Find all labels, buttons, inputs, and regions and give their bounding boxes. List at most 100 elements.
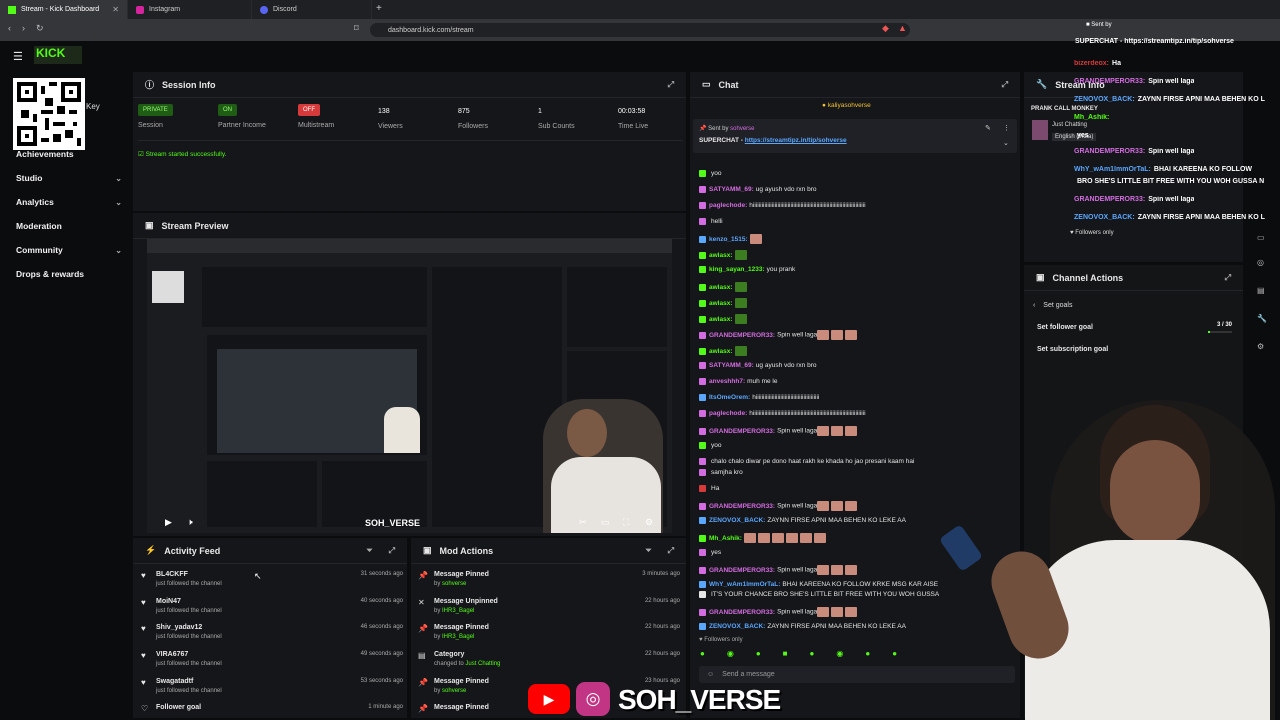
gear-icon[interactable]: ⚙: [645, 517, 653, 528]
sidebar-item-achievements[interactable]: Achievements: [16, 146, 122, 162]
list-item[interactable]: ✕ Message Unpinned by IHR3_Bagel 22 hour…: [418, 598, 680, 625]
sidebar-item-drops-rewards[interactable]: Drops & rewards: [16, 266, 122, 282]
chat-message[interactable]: GRANDEMPEROR33: Spin well laga: [699, 426, 1009, 436]
chat-username[interactable]: GRANDEMPEROR33:: [709, 609, 775, 616]
chat-username[interactable]: SATYAMM_69:: [709, 186, 754, 193]
emote-icon[interactable]: ●: [810, 649, 815, 661]
chat-username[interactable]: GRANDEMPEROR33:: [709, 567, 775, 574]
chat-username[interactable]: GRANDEMPEROR33:: [709, 332, 775, 339]
chat-message[interactable]: awlasx:: [699, 314, 1009, 324]
target-rail-icon[interactable]: ◎: [1257, 258, 1264, 267]
chat-username[interactable]: paglechode:: [709, 202, 747, 209]
play-icon[interactable]: ▶: [165, 517, 172, 528]
chat-username[interactable]: awlasx:: [709, 316, 733, 323]
back-button[interactable]: ‹ Set goals: [1033, 302, 1072, 309]
chat-username[interactable]: SATYAMM_69:: [709, 362, 754, 369]
chat-message[interactable]: paglechode: hiiiiiiiiiiiiiiiiiiiiiiiiiiii…: [699, 202, 1009, 210]
reload-icon[interactable]: ↻: [36, 23, 44, 34]
menu-icon[interactable]: ☰: [13, 50, 23, 63]
expand-icon[interactable]: ⤢: [389, 546, 395, 556]
chat-message[interactable]: ZENOVOX_BACK: ZAYNN FIRSE APNI MAA BEHEN …: [699, 623, 1009, 631]
chat-username[interactable]: awlasx:: [709, 300, 733, 307]
tab-kick-dashboard[interactable]: Stream - Kick Dashboard ✕: [0, 0, 128, 19]
chat-message[interactable]: IT'S YOUR CHANCE BRO SHE'S LITTLE BIT FR…: [699, 591, 1009, 599]
chevron-down-icon[interactable]: ⌄: [1003, 139, 1009, 147]
more-icon[interactable]: ⋮: [1003, 124, 1010, 132]
list-item[interactable]: ♥ VIRA6767 just followed the channel 49 …: [141, 651, 403, 678]
chat-message[interactable]: WhY_wAm1lmmOrTaL: BHAI KAREENA KO FOLLOW …: [699, 581, 1009, 589]
chat-message[interactable]: kenzo_1515:: [699, 234, 1009, 244]
chat-username[interactable]: awlasx:: [709, 284, 733, 291]
chat-message[interactable]: samjha kro: [699, 469, 1009, 477]
bookmark-icon[interactable]: ⌑: [354, 23, 359, 34]
list-item[interactable]: 📌 Message Pinned by sohverse 3 minutes a…: [418, 571, 680, 598]
set-follower-goal-button[interactable]: Set follower goal 3 / 30: [1037, 322, 1232, 333]
list-item[interactable]: ▤ Category changed to Just Chatting 22 h…: [418, 651, 680, 678]
pinned-message[interactable]: 📌 Sent by sohverse SUPERCHAT - https://s…: [693, 119, 1017, 153]
clip-icon[interactable]: ✂: [579, 517, 587, 528]
chat-message[interactable]: yoo: [699, 170, 1009, 178]
new-tab-icon[interactable]: +: [376, 3, 382, 14]
fullscreen-icon[interactable]: ⛶: [623, 517, 629, 528]
chat-username[interactable]: ZENOVOX_BACK:: [709, 517, 765, 524]
emote-icon[interactable]: ●: [865, 649, 870, 661]
expand-icon[interactable]: ⤢: [1225, 273, 1231, 283]
close-icon[interactable]: ✕: [112, 5, 119, 14]
chat-message[interactable]: SATYAMM_69: ug ayush vdo rxn bro: [699, 186, 1009, 194]
list-item[interactable]: ♥ Shiv_yadav12 just followed the channel…: [141, 624, 403, 651]
forward-icon[interactable]: ›: [22, 23, 25, 33]
volume-icon[interactable]: 🕨: [187, 517, 193, 528]
chat-input[interactable]: ☺ Send a message: [699, 666, 1015, 683]
wrench-rail-icon[interactable]: 🔧: [1257, 314, 1267, 323]
emote-icon[interactable]: ●: [892, 649, 897, 661]
emoji-icon[interactable]: ☺: [707, 671, 714, 678]
sidebar-item-moderation[interactable]: Moderation: [16, 218, 122, 234]
chat-message[interactable]: GRANDEMPEROR33: Spin well laga: [699, 501, 1009, 511]
chat-message[interactable]: paglechode: hiiiiiiiiiiiiiiiiiiiiiiiiiiii…: [699, 410, 1009, 418]
chat-message[interactable]: anveshhh7: muh me le: [699, 378, 1009, 386]
chat-message[interactable]: Ha: [699, 485, 1009, 493]
sidebar-item-analytics[interactable]: Analytics ⌄: [16, 194, 122, 210]
pip-icon[interactable]: ▭: [601, 517, 610, 528]
kick-logo[interactable]: KICK: [34, 46, 82, 64]
emote-icon[interactable]: ◉: [727, 649, 734, 661]
chat-message[interactable]: ZENOVOX_BACK: ZAYNN FIRSE APNI MAA BEHEN …: [699, 517, 1009, 525]
chat-username[interactable]: awlasx:: [709, 252, 733, 259]
chat-username[interactable]: ItsOmeOrem:: [709, 394, 750, 401]
list-item[interactable]: ♥ BL4CKFF just followed the channel 31 s…: [141, 571, 403, 598]
emote-icon[interactable]: ■: [783, 649, 788, 661]
chat-message[interactable]: ItsOmeOrem: hiiiiiiiiiiiiiiiiiiiiiiiiiiii…: [699, 394, 1009, 402]
list-rail-icon[interactable]: ▤: [1257, 286, 1265, 295]
chat-username[interactable]: paglechode:: [709, 410, 747, 417]
alert-icon[interactable]: ▲: [898, 23, 907, 33]
chat-message[interactable]: awlasx:: [699, 346, 1009, 356]
filter-icon[interactable]: ⏷: [366, 546, 372, 556]
preview-video[interactable]: SOH_VERSE ▶ 🕨 ✂ ▭ ⛶ ⚙: [147, 239, 672, 533]
chat-message[interactable]: king_sayan_1233: you prank: [699, 266, 1009, 274]
chat-message[interactable]: helli: [699, 218, 1009, 226]
chat-username[interactable]: Mh_Ashik:: [709, 535, 742, 542]
tab-discord[interactable]: Discord: [252, 0, 372, 19]
back-icon[interactable]: ‹: [8, 23, 11, 33]
emote-icon[interactable]: ◉: [836, 649, 843, 661]
set-subscription-goal-button[interactable]: Set subscription goal: [1037, 346, 1108, 353]
chat-message[interactable]: GRANDEMPEROR33: Spin well laga: [699, 607, 1009, 617]
chat-message[interactable]: awlasx:: [699, 250, 1009, 260]
sidebar-item-studio[interactable]: Studio ⌄: [16, 170, 122, 186]
unpin-icon[interactable]: ✎: [985, 124, 991, 132]
chat-username[interactable]: anveshhh7:: [709, 378, 745, 385]
expand-icon[interactable]: ⤢: [1002, 80, 1008, 90]
emote-icon[interactable]: ●: [756, 649, 761, 661]
list-item[interactable]: 📌 Message Pinned by IHR3_Bagel 22 hours …: [418, 624, 680, 651]
chat-username[interactable]: king_sayan_1233:: [709, 266, 765, 273]
superchat-link[interactable]: https://streamtipz.in/tip/sohverse: [745, 137, 847, 144]
shield-icon[interactable]: ◆: [882, 23, 889, 34]
chat-username[interactable]: kenzo_1515:: [709, 236, 748, 243]
chat-message[interactable]: yoo: [699, 442, 1009, 450]
chat-message[interactable]: GRANDEMPEROR33: Spin well laga: [699, 330, 1009, 340]
chat-username[interactable]: GRANDEMPEROR33:: [709, 503, 775, 510]
sidebar-item-community[interactable]: Community ⌄: [16, 242, 122, 258]
expand-icon[interactable]: ⤢: [668, 546, 674, 556]
filter-icon[interactable]: ⏷: [645, 546, 651, 556]
tab-instagram[interactable]: Instagram: [128, 0, 252, 19]
